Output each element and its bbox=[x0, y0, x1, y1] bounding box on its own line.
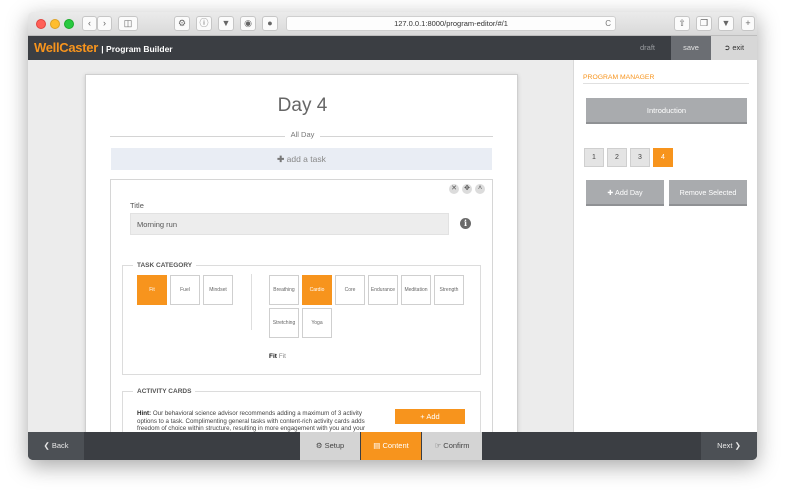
extension-icon[interactable]: ⚙ bbox=[174, 16, 190, 31]
all-day-label: All Day bbox=[284, 130, 321, 139]
all-day-section: All Day bbox=[86, 130, 517, 139]
add-day-label: Add Day bbox=[615, 188, 643, 197]
logo-text: WellCaster bbox=[34, 40, 98, 55]
hint-label: Hint: bbox=[137, 410, 152, 417]
plus-icon: ✚ bbox=[607, 188, 614, 197]
remove-selected-button[interactable]: Remove Selected bbox=[669, 180, 747, 206]
day-3-button[interactable]: 3 bbox=[630, 148, 650, 167]
subcategory-strength-button[interactable]: Strength bbox=[434, 275, 464, 305]
bottom-navigation: ❮ Back ⚙ Setup ▤ Content ☞ Confirm Next … bbox=[28, 432, 757, 460]
subcategory-yoga-button[interactable]: Yoga bbox=[302, 308, 332, 338]
next-button[interactable]: Next ❯ bbox=[701, 432, 757, 460]
selected-category-text: Fit bbox=[278, 353, 286, 360]
selected-category-summary: Fit Fit bbox=[269, 353, 286, 360]
next-label: Next bbox=[717, 441, 733, 450]
add-day-button[interactable]: ✚ Add Day bbox=[586, 180, 664, 206]
content-step-button[interactable]: ▤ Content bbox=[361, 432, 421, 460]
confirm-label: Confirm bbox=[443, 441, 470, 450]
move-task-icon[interactable]: ✥ bbox=[462, 184, 472, 194]
reload-icon[interactable]: C bbox=[605, 17, 611, 31]
exit-icon: ➲ bbox=[723, 43, 731, 52]
subcategory-stretching-button[interactable]: Stretching bbox=[269, 308, 299, 338]
subcategory-core-button[interactable]: Core bbox=[335, 275, 365, 305]
zoom-window-button[interactable] bbox=[64, 19, 74, 29]
address-bar[interactable]: 127.0.0.1:8000/program-editor/#/1 C bbox=[286, 16, 616, 31]
add-task-label: add a task bbox=[286, 154, 326, 164]
new-tab-icon[interactable]: + bbox=[741, 16, 755, 31]
title-label: Title bbox=[130, 201, 144, 210]
task-editor: ✕ ✥ ˄ Title Morning run i TASK CATEGORY … bbox=[110, 179, 493, 443]
confirm-step-button[interactable]: ☞ Confirm bbox=[422, 432, 482, 460]
back-label: Back bbox=[51, 441, 69, 450]
day-4-button[interactable]: 4 bbox=[653, 148, 673, 167]
chevron-left-icon: ❮ bbox=[43, 441, 50, 450]
task-category-section: TASK CATEGORY Fit Fuel Mindset Breathing… bbox=[122, 262, 481, 375]
task-title-input[interactable]: Morning run bbox=[130, 213, 449, 235]
program-manager-title: PROGRAM MANAGER bbox=[583, 74, 655, 81]
pocket-icon[interactable]: ▼ bbox=[218, 16, 234, 31]
category-fuel-button[interactable]: Fuel bbox=[170, 275, 200, 305]
minimize-window-button[interactable] bbox=[50, 19, 60, 29]
program-manager-divider bbox=[583, 83, 749, 84]
category-divider bbox=[251, 274, 252, 330]
back-button[interactable]: ❮ Back bbox=[28, 432, 84, 460]
privacy-icon[interactable]: ⓘ bbox=[196, 16, 212, 31]
chevron-right-icon: ❯ bbox=[734, 441, 741, 450]
url-text: 127.0.0.1:8000/program-editor/#/1 bbox=[394, 19, 508, 28]
download-icon[interactable]: ▼ bbox=[718, 16, 734, 31]
day-2-button[interactable]: 2 bbox=[607, 148, 627, 167]
share-icon[interactable]: ⇧ bbox=[674, 16, 690, 31]
sidebar-toggle-icon[interactable]: ◫ bbox=[118, 16, 138, 31]
day-title: Day 4 bbox=[277, 95, 328, 116]
back-nav-icon[interactable]: ‹ bbox=[82, 16, 97, 31]
subcategory-cardio-button[interactable]: Cardio bbox=[302, 275, 332, 305]
browser-window: ‹ › ◫ ⚙ ⓘ ▼ ◉ ● 127.0.0.1:8000/program-e… bbox=[28, 12, 757, 460]
info-icon[interactable]: i bbox=[460, 218, 471, 229]
program-manager-panel: PROGRAM MANAGER Introduction 1 2 3 4 ✚ A… bbox=[573, 60, 757, 432]
add-activity-label: Add bbox=[426, 412, 440, 421]
exit-button[interactable]: ➲ exit bbox=[711, 36, 757, 60]
activity-cards-legend: ACTIVITY CARDS bbox=[133, 388, 196, 395]
introduction-button[interactable]: Introduction bbox=[586, 98, 747, 124]
globe-icon[interactable]: ● bbox=[262, 16, 278, 31]
close-window-button[interactable] bbox=[36, 19, 46, 29]
collapse-task-icon[interactable]: ˄ bbox=[475, 184, 485, 194]
content-icon: ▤ bbox=[373, 441, 381, 450]
thumbs-up-icon: ☞ bbox=[434, 441, 442, 450]
save-button[interactable]: save bbox=[671, 36, 711, 60]
app-header: WellCaster | Program Builder draft save … bbox=[28, 36, 757, 60]
subcategory-meditation-button[interactable]: Meditation bbox=[401, 275, 431, 305]
browser-toolbar: ‹ › ◫ ⚙ ⓘ ▼ ◉ ● 127.0.0.1:8000/program-e… bbox=[28, 12, 757, 36]
gear-icon: ⚙ bbox=[315, 441, 323, 450]
day-card: Day 4 All Day ✚ add a task ✕ ✥ ˄ Title M… bbox=[85, 74, 518, 444]
draft-status: draft bbox=[640, 43, 656, 52]
subcategory-endurance-button[interactable]: Endurance bbox=[368, 275, 398, 305]
subcategory-breathing-button[interactable]: Breathing bbox=[269, 275, 299, 305]
category-mindset-button[interactable]: Mindset bbox=[203, 275, 233, 305]
task-category-legend: TASK CATEGORY bbox=[133, 262, 197, 269]
setup-label: Setup bbox=[324, 441, 345, 450]
selected-category-bold: Fit bbox=[269, 353, 277, 360]
remove-task-icon[interactable]: ✕ bbox=[449, 184, 459, 194]
add-task-button[interactable]: ✚ add a task bbox=[111, 148, 492, 170]
day-1-button[interactable]: 1 bbox=[584, 148, 604, 167]
shield-icon[interactable]: ◉ bbox=[240, 16, 256, 31]
forward-nav-icon[interactable]: › bbox=[97, 16, 112, 31]
category-fit-button[interactable]: Fit bbox=[137, 275, 167, 305]
setup-step-button[interactable]: ⚙ Setup bbox=[300, 432, 360, 460]
plus-icon: + bbox=[420, 412, 425, 421]
tabs-icon[interactable]: ❐ bbox=[696, 16, 712, 31]
app-subtitle: | Program Builder bbox=[101, 44, 173, 54]
add-activity-button[interactable]: + Add bbox=[395, 409, 465, 424]
plus-icon: ✚ bbox=[277, 154, 285, 164]
app-logo: WellCaster | Program Builder bbox=[34, 40, 173, 55]
content-label: Content bbox=[382, 441, 409, 450]
exit-label: exit bbox=[732, 43, 745, 52]
